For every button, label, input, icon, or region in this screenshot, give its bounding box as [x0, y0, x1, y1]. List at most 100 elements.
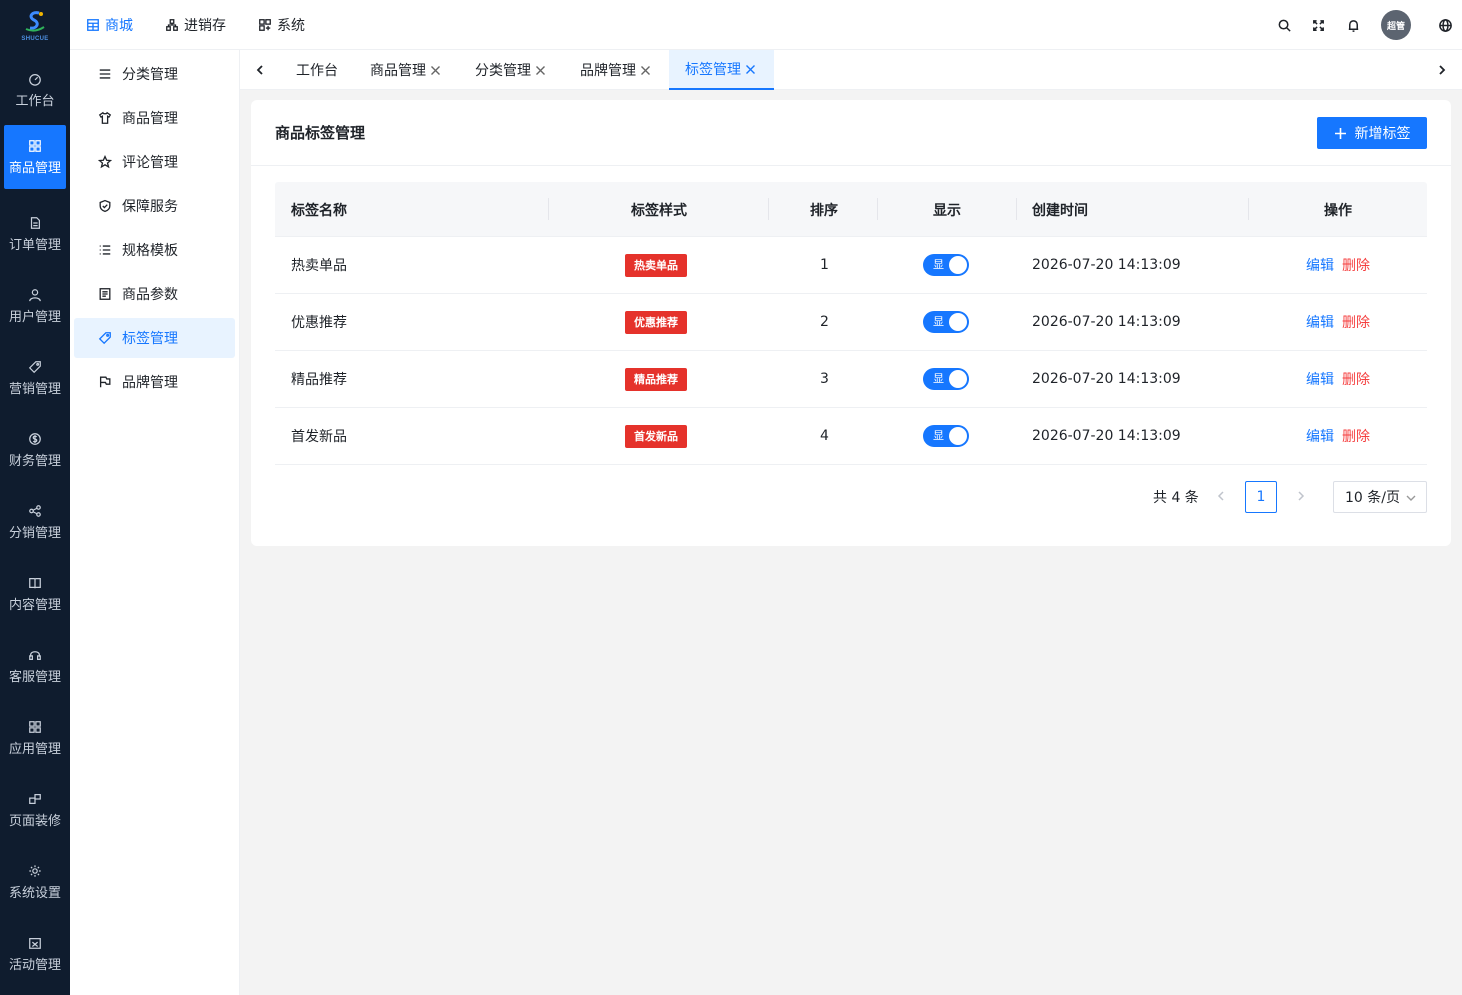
- rail-item-marketing[interactable]: 营销管理: [4, 346, 66, 410]
- show-toggle[interactable]: 显: [923, 311, 969, 333]
- column-divider: [548, 198, 549, 220]
- chevron-left-icon: [1217, 491, 1224, 501]
- star-icon: [98, 155, 112, 169]
- column-divider: [1248, 198, 1249, 220]
- toggle-text: 显: [933, 429, 944, 442]
- submenu-item-brands[interactable]: 品牌管理: [74, 362, 235, 402]
- sort-cell: 1: [820, 257, 829, 273]
- tabs-scroll-left[interactable]: [250, 60, 270, 80]
- app-logo[interactable]: SHUCUE: [0, 0, 70, 50]
- dollar-icon: [29, 432, 41, 445]
- submenu-item-label: 保障服务: [122, 199, 178, 215]
- tab-close-button[interactable]: [745, 64, 756, 75]
- main-nav-rail: SHUCUE 工作台 商品管理 订单管理 用户管理 营销管理 财务管理 分销管理…: [0, 0, 70, 995]
- edit-link[interactable]: 编辑: [1306, 255, 1334, 275]
- topnav-system[interactable]: 系统: [258, 0, 305, 50]
- submenu-item-guarantee[interactable]: 保障服务: [74, 186, 235, 226]
- rail-item-users[interactable]: 用户管理: [4, 274, 66, 338]
- rail-item-label: 应用管理: [8, 741, 61, 757]
- tab-category[interactable]: 分类管理: [475, 50, 546, 90]
- column-header-created: 创建时间: [1032, 202, 1088, 219]
- tab-close-button[interactable]: [535, 65, 546, 76]
- submenu-item-tags[interactable]: 标签管理: [74, 318, 235, 358]
- show-toggle[interactable]: 显: [923, 368, 969, 390]
- rail-item-dashboard[interactable]: 工作台: [4, 58, 66, 122]
- delete-link[interactable]: 删除: [1342, 312, 1370, 332]
- column-header-actions: 操作: [1324, 202, 1352, 219]
- rail-item-orders[interactable]: 订单管理: [4, 202, 66, 266]
- page-size-select[interactable]: 10 条/页: [1333, 481, 1427, 513]
- tab-dashboard[interactable]: 工作台: [296, 50, 338, 90]
- tabs-bar: 工作台 商品管理 分类管理 品牌管理 标签管理: [240, 50, 1462, 90]
- toggle-knob: [949, 370, 967, 388]
- delete-link[interactable]: 删除: [1342, 369, 1370, 389]
- language-button[interactable]: [1435, 15, 1455, 35]
- submenu-item-products[interactable]: 商品管理: [74, 98, 235, 138]
- rail-item-activities[interactable]: 活动管理: [4, 922, 66, 986]
- rail-item-page-design[interactable]: 页面装修: [4, 778, 66, 842]
- rail-item-settings[interactable]: 系统设置: [4, 850, 66, 914]
- search-button[interactable]: [1274, 15, 1294, 35]
- tag-name-cell: 首发新品: [291, 429, 347, 445]
- rail-item-label: 用户管理: [8, 309, 61, 325]
- submenu-item-label: 商品参数: [122, 287, 178, 303]
- submenu-item-reviews[interactable]: 评论管理: [74, 142, 235, 182]
- submenu-item-params[interactable]: 商品参数: [74, 274, 235, 314]
- created-time-cell: 2026-07-20 14:13:09: [1032, 371, 1181, 387]
- rail-item-service[interactable]: 客服管理: [4, 634, 66, 698]
- tag-style-badge: 首发新品: [625, 424, 687, 448]
- rail-item-label: 系统设置: [8, 885, 61, 901]
- submenu-item-spec-template[interactable]: 规格模板: [74, 230, 235, 270]
- column-divider: [877, 198, 878, 220]
- delete-link[interactable]: 删除: [1342, 255, 1370, 275]
- column-header-show: 显示: [933, 202, 961, 219]
- tabs-scroll-right[interactable]: [1432, 60, 1452, 80]
- user-icon: [29, 288, 41, 301]
- page-number-button[interactable]: 1: [1245, 481, 1277, 513]
- column-header-sort: 排序: [810, 202, 838, 219]
- next-page-button[interactable]: [1295, 490, 1309, 504]
- edit-link[interactable]: 编辑: [1306, 369, 1334, 389]
- search-icon: [1278, 19, 1291, 32]
- tab-tags[interactable]: 标签管理: [669, 50, 774, 90]
- rail-item-products[interactable]: 商品管理: [4, 125, 66, 189]
- edit-link[interactable]: 编辑: [1306, 312, 1334, 332]
- show-toggle[interactable]: 显: [923, 425, 969, 447]
- table-header: 标签名称 标签样式 排序 显示 创建时间 操作: [275, 182, 1427, 237]
- tab-close-button[interactable]: [430, 65, 441, 76]
- topnav-mall[interactable]: 商城: [86, 0, 133, 50]
- submenu-item-category[interactable]: 分类管理: [74, 54, 235, 94]
- show-toggle[interactable]: 显: [923, 254, 969, 276]
- table-row: 精品推荐 精品推荐 3 显 2026-07-20 14:13:09 编辑 删除: [275, 351, 1427, 408]
- layout-icon: [29, 793, 41, 804]
- rail-item-apps[interactable]: 应用管理: [4, 706, 66, 770]
- tag-management-card: 商品标签管理 新增标签 标签名称 标签样式 排序 显示 创建时间 操作 热卖单品…: [251, 100, 1451, 546]
- book-icon: [29, 577, 41, 588]
- tab-products[interactable]: 商品管理: [370, 50, 441, 90]
- document-icon: [30, 216, 40, 229]
- add-tag-button[interactable]: 新增标签: [1317, 117, 1427, 149]
- card-header: 商品标签管理 新增标签: [251, 100, 1451, 166]
- delete-link[interactable]: 删除: [1342, 426, 1370, 446]
- rail-item-content[interactable]: 内容管理: [4, 562, 66, 626]
- topnav-inventory[interactable]: 进销存: [165, 0, 226, 50]
- tag-name-cell: 优惠推荐: [291, 315, 347, 331]
- avatar[interactable]: 超管: [1381, 10, 1411, 40]
- tab-brands[interactable]: 品牌管理: [580, 50, 651, 90]
- toggle-knob: [949, 427, 967, 445]
- submenu-item-label: 评论管理: [122, 155, 178, 171]
- notification-button[interactable]: [1343, 15, 1363, 35]
- rail-item-label: 商品管理: [8, 160, 61, 176]
- chevron-down-icon: [1406, 495, 1416, 501]
- rail-item-finance[interactable]: 财务管理: [4, 418, 66, 482]
- chevron-left-icon: [256, 65, 263, 75]
- tab-close-button[interactable]: [640, 65, 651, 76]
- tag-icon: [98, 332, 111, 345]
- prev-page-button[interactable]: [1215, 490, 1229, 504]
- rail-item-label: 营销管理: [8, 381, 61, 397]
- rail-item-distribution[interactable]: 分销管理: [4, 490, 66, 554]
- fullscreen-button[interactable]: [1308, 15, 1328, 35]
- tags-table: 标签名称 标签样式 排序 显示 创建时间 操作 热卖单品 热卖单品 1 显 20…: [275, 182, 1427, 465]
- close-icon: [746, 64, 755, 74]
- edit-link[interactable]: 编辑: [1306, 426, 1334, 446]
